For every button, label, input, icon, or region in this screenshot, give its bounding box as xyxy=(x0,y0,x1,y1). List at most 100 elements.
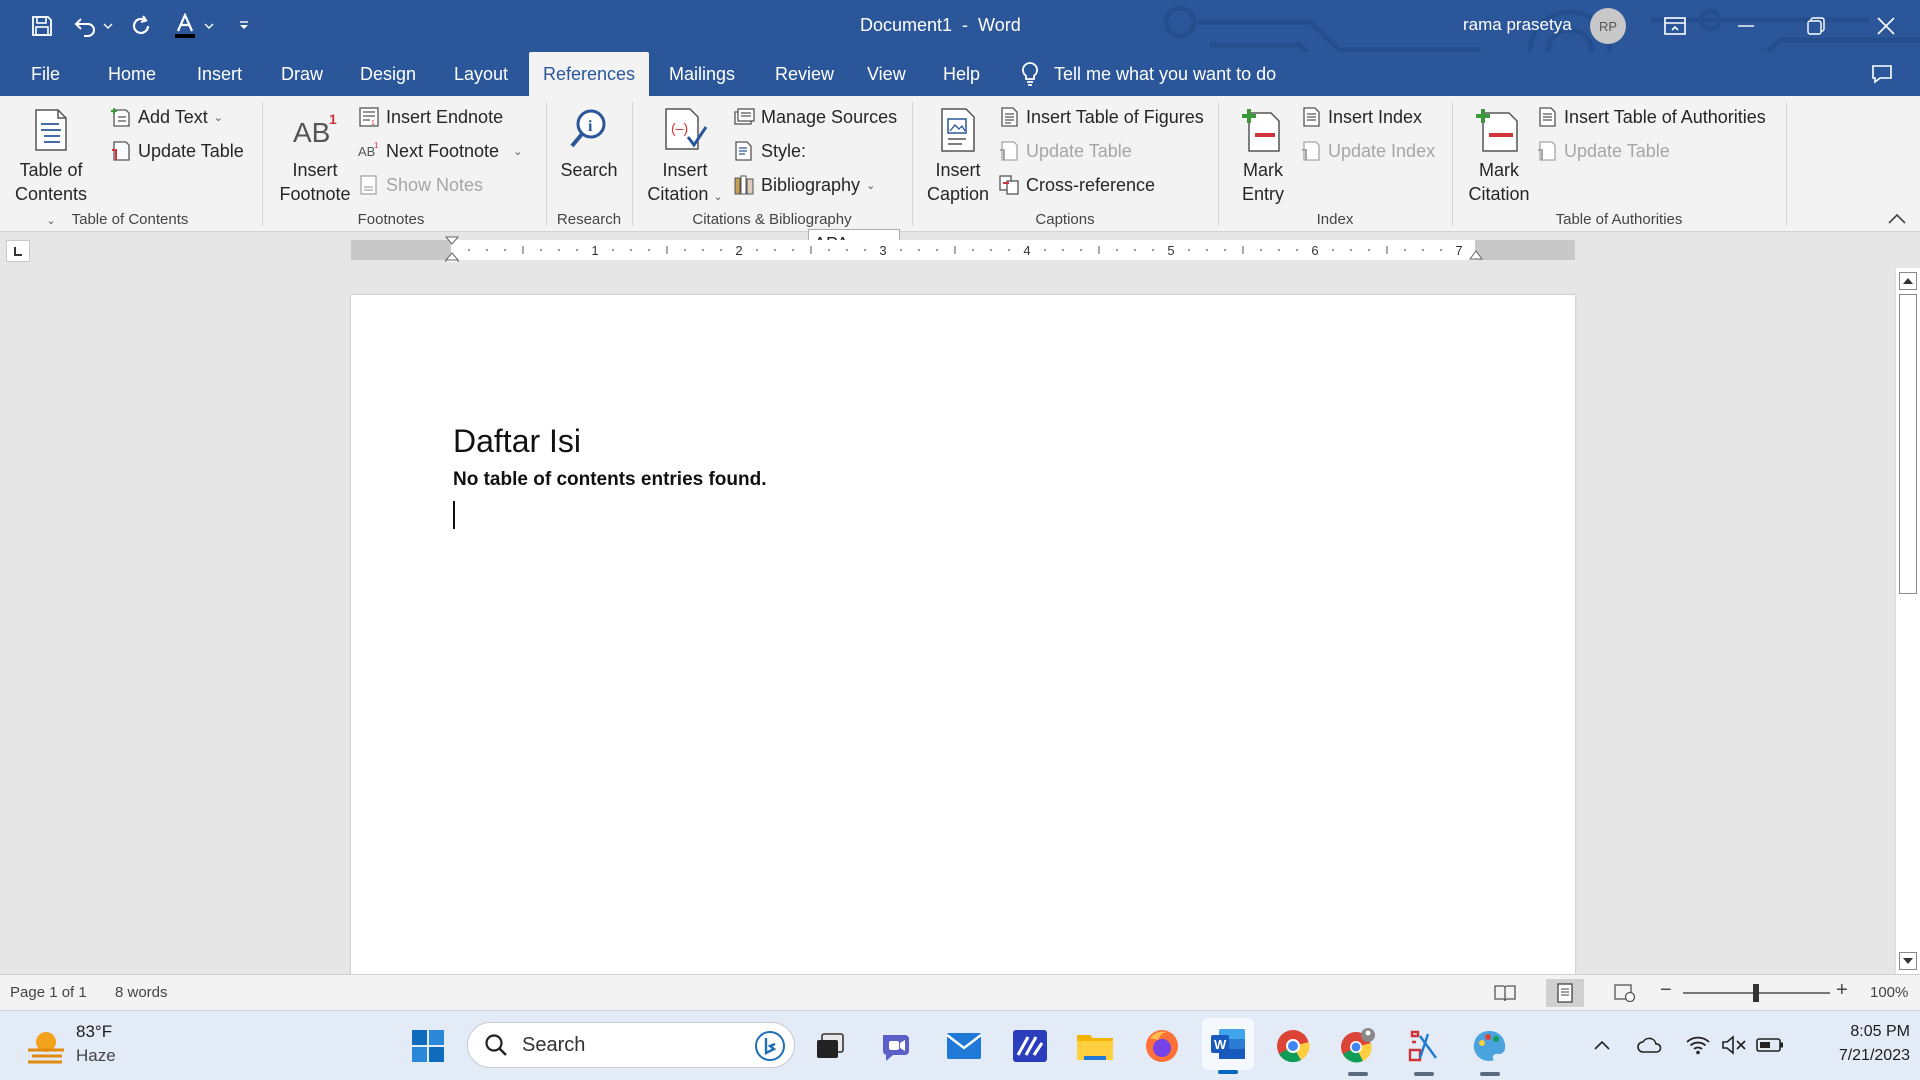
chevron-down-icon[interactable]: ⌄ xyxy=(513,145,522,158)
paint-icon[interactable] xyxy=(1468,1024,1512,1076)
insert-footnote-label-2: Footnote xyxy=(279,184,351,204)
zoom-out-button[interactable]: − xyxy=(1660,979,1672,1002)
tab-help[interactable]: Help xyxy=(943,52,980,96)
chrome-icon[interactable] xyxy=(1271,1024,1315,1068)
mail-icon[interactable] xyxy=(942,1024,986,1068)
snipping-tool-icon[interactable] xyxy=(1402,1024,1446,1076)
vertical-scrollbar[interactable] xyxy=(1895,268,1920,974)
document-page[interactable]: Daftar Isi No table of contents entries … xyxy=(351,295,1575,974)
add-text-button[interactable]: Add Text ⌄ xyxy=(110,102,223,132)
table-of-contents-icon xyxy=(34,104,68,156)
avatar[interactable]: RP xyxy=(1590,8,1626,44)
clock-time: 8:05 PM xyxy=(1850,1023,1910,1040)
comments-icon[interactable] xyxy=(1860,58,1904,90)
zoom-level[interactable]: 100% xyxy=(1870,984,1908,1001)
volume-muted-icon[interactable] xyxy=(1720,1031,1748,1059)
ribbon-display-options-icon[interactable] xyxy=(1641,0,1709,52)
cross-reference-button[interactable]: Cross-reference xyxy=(998,170,1155,200)
tab-layout[interactable]: Layout xyxy=(454,52,508,96)
tab-file[interactable]: File xyxy=(31,52,60,96)
update-table-button[interactable]: Update Table xyxy=(110,136,244,166)
document-paragraph[interactable]: No table of contents entries found. xyxy=(453,469,767,491)
task-view-icon[interactable] xyxy=(808,1024,852,1068)
tab-home[interactable]: Home xyxy=(108,52,156,96)
tab-review[interactable]: Review xyxy=(775,52,834,96)
search-button[interactable]: i Search xyxy=(552,104,626,182)
tab-insert[interactable]: Insert xyxy=(197,52,242,96)
weather-widget[interactable]: 83°F Haze xyxy=(24,1020,164,1072)
ruler-right-margin xyxy=(1475,240,1575,260)
tab-selector[interactable] xyxy=(6,240,30,262)
update-index-button[interactable]: Update Index xyxy=(1300,136,1435,166)
undo-dropdown-icon[interactable] xyxy=(100,10,116,42)
insert-table-of-figures-button[interactable]: Insert Table of Figures xyxy=(998,102,1204,132)
bibliography-button[interactable]: Bibliography ⌄ xyxy=(733,170,875,200)
tab-draw[interactable]: Draw xyxy=(281,52,323,96)
scroll-up-icon[interactable] xyxy=(1899,272,1917,290)
tab-mailings[interactable]: Mailings xyxy=(669,52,735,96)
customize-qat-icon[interactable] xyxy=(234,10,254,42)
taskbar-search[interactable]: Search xyxy=(467,1022,795,1068)
svg-text:1: 1 xyxy=(374,141,379,150)
onedrive-icon[interactable] xyxy=(1636,1031,1664,1059)
collapse-ribbon-icon[interactable] xyxy=(1882,208,1912,230)
tab-design[interactable]: Design xyxy=(360,52,416,96)
close-icon[interactable] xyxy=(1852,0,1920,52)
right-indent-marker-icon[interactable] xyxy=(1469,248,1483,260)
show-notes-button[interactable]: Show Notes xyxy=(358,170,483,200)
web-layout-icon[interactable] xyxy=(1606,979,1644,1007)
minimize-icon[interactable] xyxy=(1712,0,1780,52)
firefox-icon[interactable] xyxy=(1140,1024,1184,1068)
ruler-tick xyxy=(1080,249,1082,251)
restore-icon[interactable] xyxy=(1782,0,1850,52)
zoom-slider-thumb[interactable] xyxy=(1753,984,1759,1002)
chrome-profile-icon[interactable] xyxy=(1336,1024,1380,1076)
group-separator xyxy=(632,102,633,226)
mark-citation-button[interactable]: Mark Citation xyxy=(1462,104,1536,206)
editor-app-icon[interactable] xyxy=(1008,1024,1052,1068)
zoom-in-button[interactable]: + xyxy=(1836,979,1848,1002)
insert-table-of-authorities-button[interactable]: Insert Table of Authorities xyxy=(1536,102,1766,132)
insert-caption-button[interactable]: Insert Caption xyxy=(920,104,996,206)
scroll-down-icon[interactable] xyxy=(1899,952,1917,970)
insert-footnote-button[interactable]: AB 1 Insert Footnote xyxy=(276,104,354,206)
scrollbar-thumb[interactable] xyxy=(1899,294,1917,594)
wifi-icon[interactable] xyxy=(1684,1031,1712,1059)
redo-icon[interactable] xyxy=(126,10,156,42)
document-heading[interactable]: Daftar Isi xyxy=(453,423,581,460)
save-icon[interactable] xyxy=(26,10,58,42)
print-layout-icon[interactable] xyxy=(1546,979,1584,1007)
horizontal-ruler[interactable]: 1 2 3 4 5 6 7 xyxy=(351,236,1575,266)
font-color-icon[interactable] xyxy=(170,10,200,42)
next-footnote-button[interactable]: AB 1 Next Footnote ⌄ xyxy=(358,136,522,166)
word-taskbar-icon[interactable]: W xyxy=(1202,1018,1254,1074)
insert-index-button[interactable]: Insert Index xyxy=(1300,102,1422,132)
document-area[interactable]: Daftar Isi No table of contents entries … xyxy=(0,262,1895,974)
page-count[interactable]: Page 1 of 1 xyxy=(10,984,87,1001)
bing-chat-icon[interactable] xyxy=(754,1030,786,1062)
read-mode-icon[interactable] xyxy=(1486,979,1524,1007)
user-name[interactable]: rama prasetya xyxy=(1463,15,1572,35)
teams-chat-icon[interactable] xyxy=(875,1024,919,1068)
file-explorer-icon[interactable] xyxy=(1073,1024,1117,1068)
ruler-tick xyxy=(576,249,578,251)
show-hidden-icons-icon[interactable] xyxy=(1588,1031,1616,1059)
tell-me-search[interactable]: Tell me what you want to do xyxy=(1020,52,1276,96)
insert-citation-button[interactable]: (–) Insert Citation ⌄ xyxy=(642,104,728,209)
update-table-authorities-button[interactable]: Update Table xyxy=(1536,136,1670,166)
ruler-tick xyxy=(1224,249,1226,251)
word-count[interactable]: 8 words xyxy=(115,984,168,1001)
windows-start-icon[interactable] xyxy=(406,1024,450,1068)
table-of-contents-label-2: Contents xyxy=(14,184,88,204)
undo-icon[interactable] xyxy=(70,10,100,42)
tab-view[interactable]: View xyxy=(867,52,906,96)
manage-sources-button[interactable]: Manage Sources xyxy=(733,102,897,132)
battery-icon[interactable] xyxy=(1756,1031,1784,1059)
insert-endnote-button[interactable]: 1 Insert Endnote xyxy=(358,102,503,132)
update-table-figures-button[interactable]: Update Table xyxy=(998,136,1132,166)
mark-entry-button[interactable]: Mark Entry xyxy=(1226,104,1300,206)
font-color-dropdown-icon[interactable] xyxy=(201,10,217,42)
taskbar-clock[interactable]: 8:05 PM 7/21/2023 xyxy=(1790,1020,1910,1068)
tell-me-text: Tell me what you want to do xyxy=(1054,63,1277,84)
tab-references[interactable]: References xyxy=(529,52,649,96)
